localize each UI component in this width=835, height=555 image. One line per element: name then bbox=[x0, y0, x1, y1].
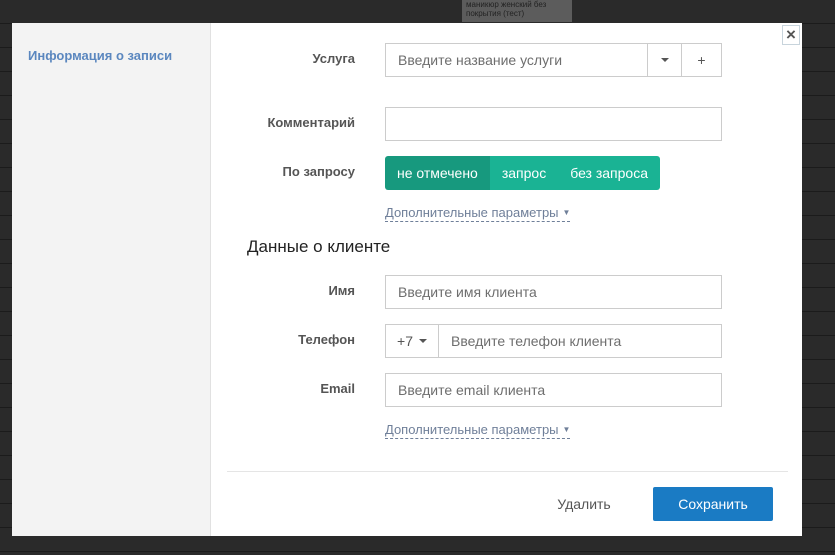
booking-extra-params-link[interactable]: Дополнительные параметры ▼ bbox=[385, 205, 571, 222]
client-email-label: Email bbox=[320, 381, 355, 396]
client-name-label: Имя bbox=[328, 283, 355, 298]
client-extra-params-link[interactable]: Дополнительные параметры ▼ bbox=[385, 422, 571, 439]
on-request-option-no-request[interactable]: без запроса bbox=[558, 156, 660, 190]
triangle-down-icon: ▼ bbox=[562, 425, 571, 434]
service-dropdown-button[interactable] bbox=[647, 43, 682, 77]
chevron-down-icon bbox=[418, 339, 427, 343]
on-request-toggle: не отмечено запрос без запроса bbox=[385, 156, 660, 190]
on-request-label: По запросу bbox=[282, 164, 355, 179]
booking-extra-params-label: Дополнительные параметры bbox=[385, 205, 559, 220]
comment-input[interactable] bbox=[385, 107, 722, 141]
on-request-option-request[interactable]: запрос bbox=[489, 156, 559, 190]
close-button[interactable]: × bbox=[782, 25, 800, 45]
service-label: Услуга bbox=[312, 51, 355, 66]
client-phone-input[interactable] bbox=[438, 324, 722, 358]
booking-modal: Информация о записи × Услуга + Комментар… bbox=[12, 23, 802, 536]
service-input[interactable] bbox=[385, 43, 648, 77]
client-extra-params-label: Дополнительные параметры bbox=[385, 422, 559, 437]
footer-divider bbox=[227, 471, 788, 472]
background-cell-text: маникюр женский без покрытия (тест) bbox=[466, 0, 547, 18]
background-calendar-cell: маникюр женский без покрытия (тест) bbox=[462, 0, 572, 22]
modal-sidebar: Информация о записи bbox=[12, 23, 211, 536]
client-section-title: Данные о клиенте bbox=[247, 237, 391, 256]
plus-icon: + bbox=[697, 52, 706, 68]
client-name-input[interactable] bbox=[385, 275, 722, 309]
client-email-input[interactable] bbox=[385, 373, 722, 407]
close-icon: × bbox=[786, 25, 796, 44]
add-service-button[interactable]: + bbox=[681, 43, 722, 77]
comment-label: Комментарий bbox=[267, 115, 355, 130]
phone-code-value: +7 bbox=[397, 333, 413, 349]
delete-button[interactable]: Удалить bbox=[540, 487, 628, 521]
triangle-down-icon: ▼ bbox=[562, 208, 571, 217]
chevron-down-icon bbox=[660, 58, 669, 62]
save-button[interactable]: Сохранить bbox=[653, 487, 773, 521]
phone-code-dropdown[interactable]: +7 bbox=[385, 324, 439, 358]
on-request-option-not-marked[interactable]: не отмечено bbox=[385, 156, 490, 190]
sidebar-item-booking-info[interactable]: Информация о записи bbox=[28, 48, 172, 63]
client-phone-label: Телефон bbox=[298, 332, 355, 347]
